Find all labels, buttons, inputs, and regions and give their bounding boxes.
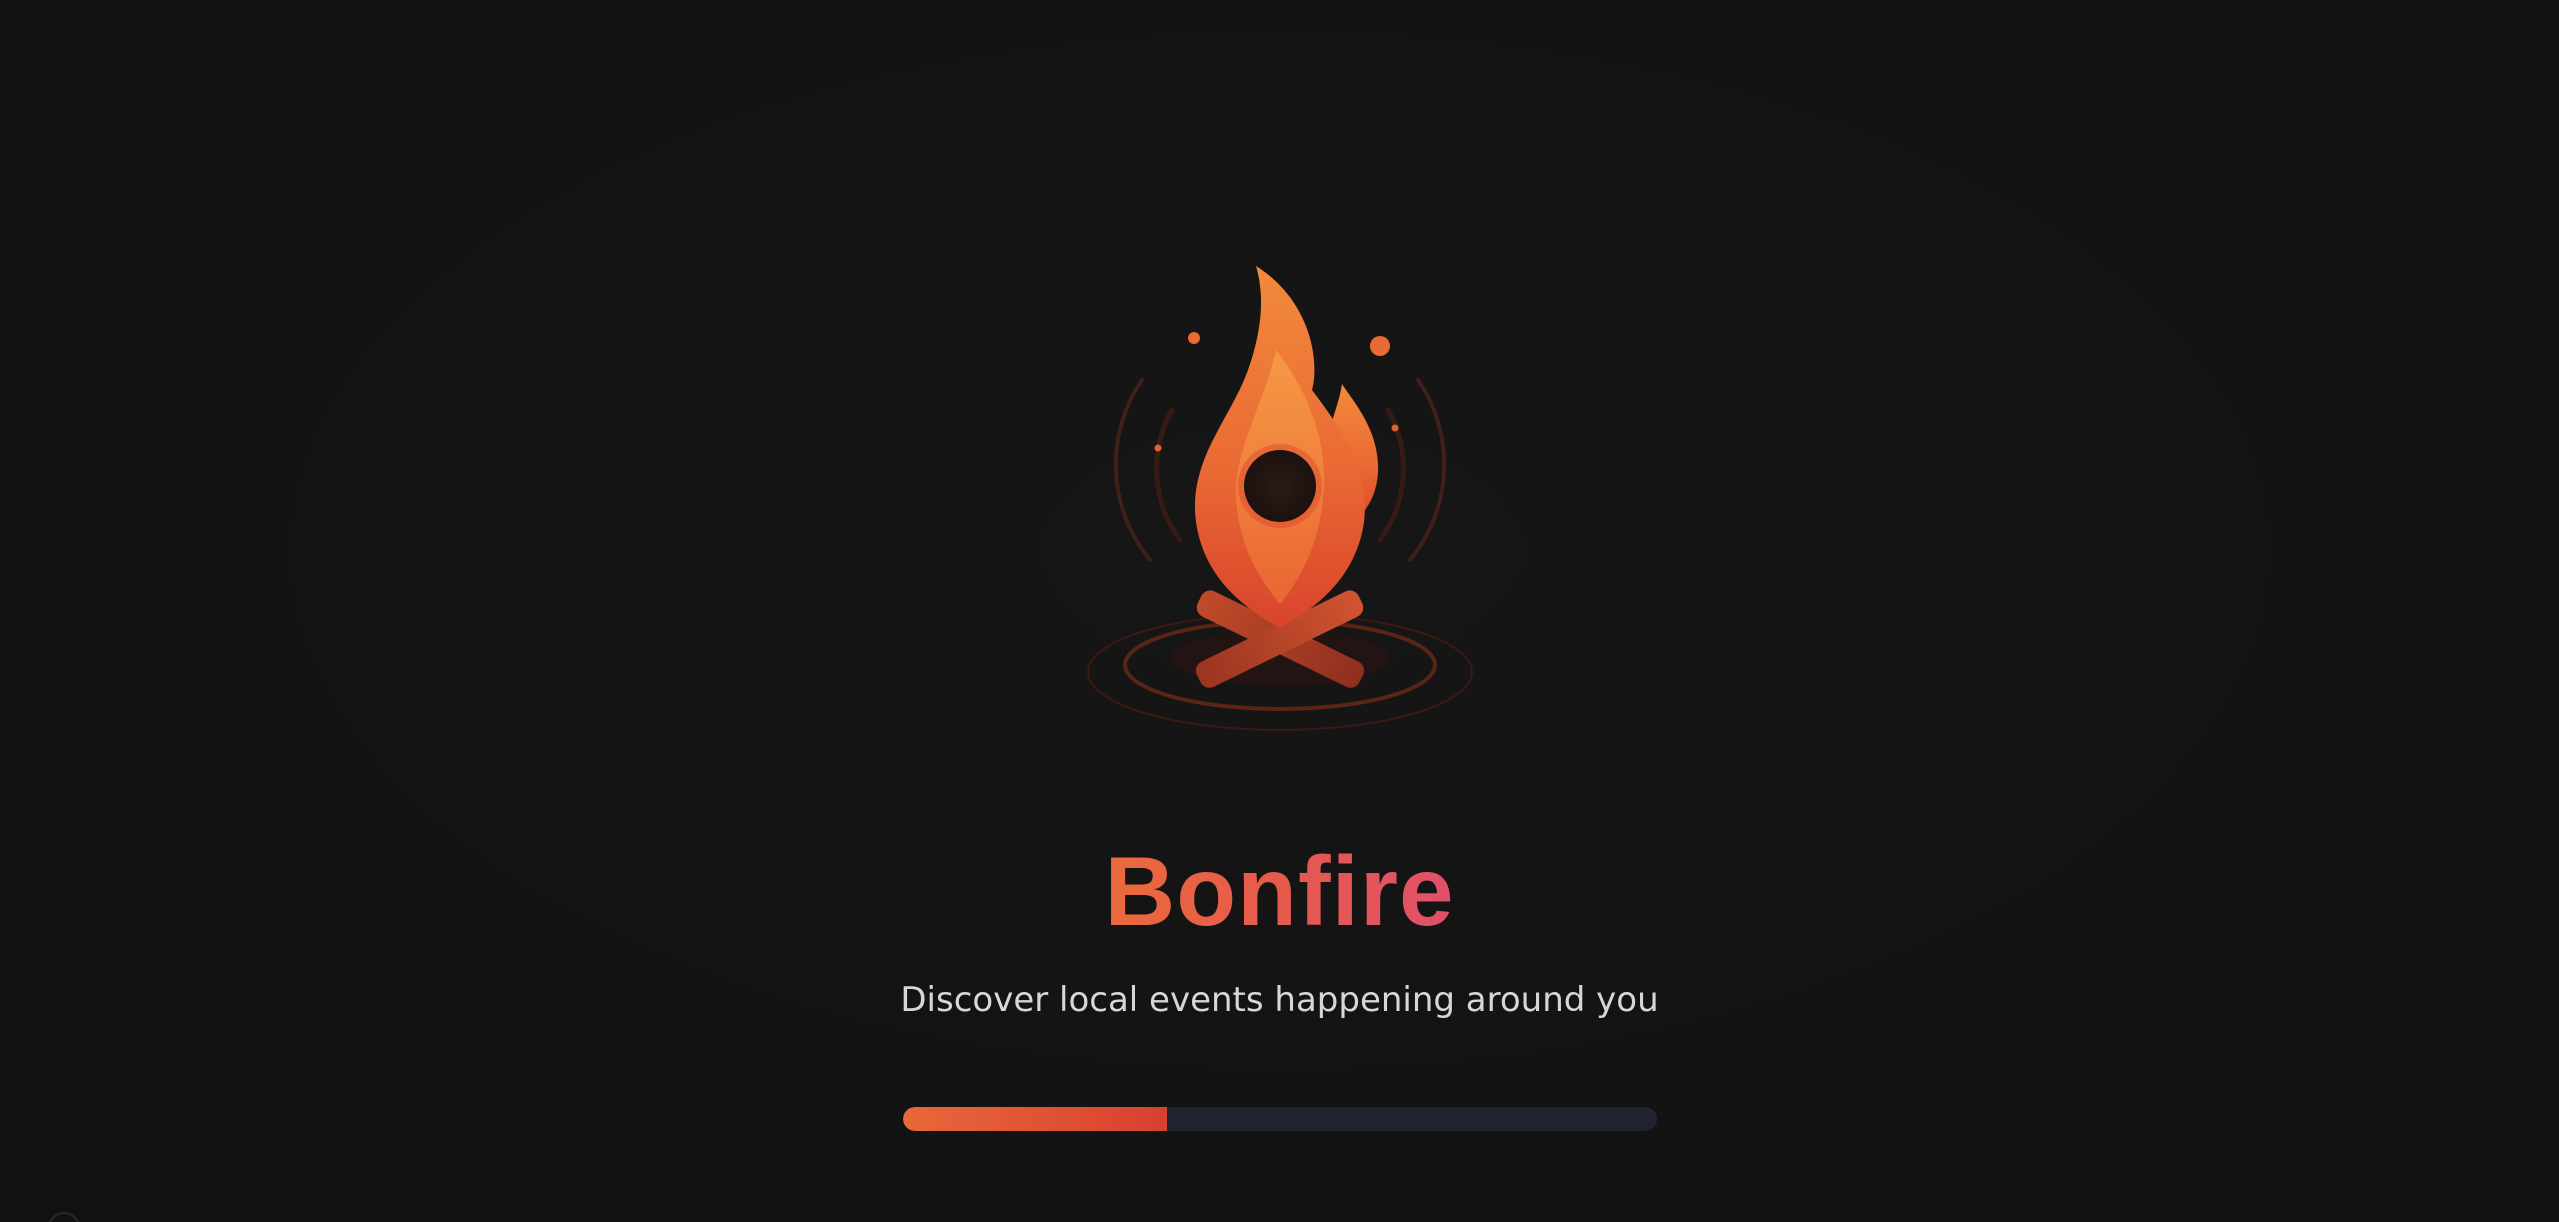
title-container: Bonfire [0, 832, 2559, 950]
loading-progress-bar [903, 1107, 1657, 1131]
bonfire-logo-icon [1080, 260, 1480, 740]
app-tagline: Discover local events happening around y… [900, 980, 1659, 1020]
corner-indicator [48, 1212, 80, 1222]
splash-screen: Bonfire Discover local events happening … [0, 0, 2559, 1222]
loading-progress-fill [903, 1107, 1167, 1131]
app-title: Bonfire [1105, 832, 1455, 950]
